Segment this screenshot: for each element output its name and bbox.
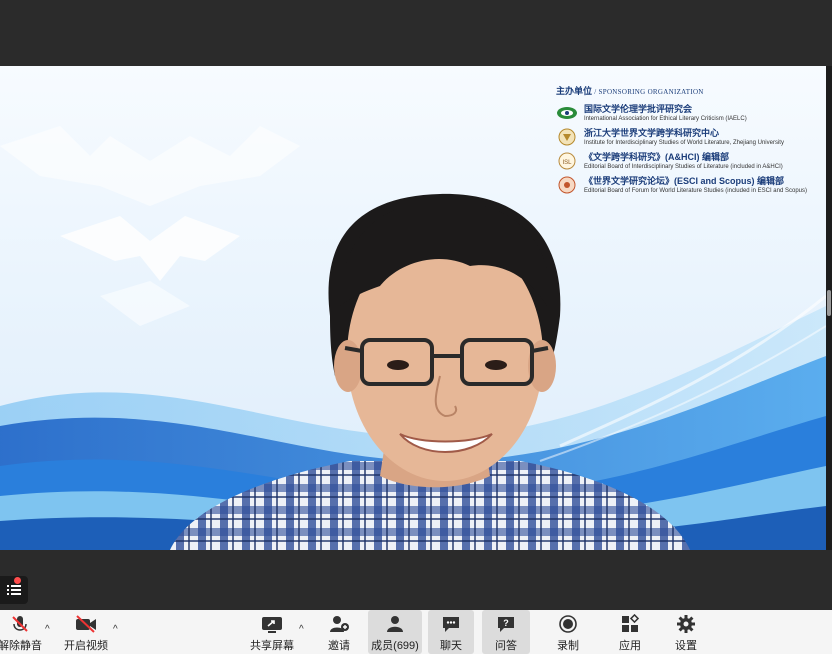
sponsor-heading-en: / SPONSORING ORGANIZATION <box>594 88 704 96</box>
settings-button[interactable]: 设置 <box>670 610 702 654</box>
share-screen-icon <box>262 617 282 633</box>
sponsor-org-1: 国际文学伦理学批评研究会 International Association fo… <box>556 101 826 125</box>
org-1-en: International Association for Ethical Li… <box>584 115 747 122</box>
invite-button[interactable]: 邀请 <box>322 610 356 654</box>
qa-label: 问答 <box>495 640 517 652</box>
fwls-journal-logo-icon <box>558 176 576 194</box>
iaelc-logo-icon <box>557 107 577 119</box>
apps-label: 应用 <box>619 640 641 652</box>
apps-button[interactable]: 应用 <box>614 610 646 654</box>
org-4-cn: 《世界文学研究论坛》(ESCI and Scopus) 编辑部 <box>584 175 785 186</box>
chat-label: 聊天 <box>440 640 462 652</box>
chat-icon <box>443 617 459 632</box>
video-off-icon <box>76 615 96 633</box>
record-icon <box>559 615 577 633</box>
sponsor-org-3: ISL 《文学跨学科研究》(A&HCI) 编辑部 Editorial Board … <box>556 149 826 173</box>
unmute-options-chevron-icon[interactable]: ^ <box>45 624 50 635</box>
org-3-cn: 《文学跨学科研究》(A&HCI) 编辑部 <box>584 151 729 162</box>
question-icon: ? <box>498 617 514 632</box>
start-video-label: 开启视频 <box>64 640 108 652</box>
record-button[interactable]: 录制 <box>552 610 584 654</box>
settings-label: 设置 <box>675 640 697 652</box>
org-3-en: Editorial Board of Interdisciplinary Stu… <box>584 163 783 170</box>
members-icon <box>387 616 403 632</box>
unmute-label: 解除静音 <box>0 640 42 652</box>
sponsor-heading-cn: 主办单位 <box>556 86 593 96</box>
share-screen-button[interactable]: 共享屏幕 <box>248 610 296 654</box>
sponsoring-organization-panel: 主办单位 / SPONSORING ORGANIZATION 国际文学伦理学批评… <box>556 84 826 197</box>
notification-dot <box>14 577 21 584</box>
invite-label: 邀请 <box>328 640 350 652</box>
chat-button[interactable]: 聊天 <box>428 610 474 654</box>
apps-icon <box>622 614 640 632</box>
muted-mic-icon <box>12 616 28 632</box>
org-2-en: Institute for Interdisciplinary Studies … <box>584 139 784 146</box>
sponsor-org-4: 《世界文学研究论坛》(ESCI and Scopus) 编辑部 Editorial… <box>556 173 826 197</box>
zju-logo-icon <box>558 128 576 146</box>
sponsor-heading: 主办单位 / SPONSORING ORGANIZATION <box>556 84 826 97</box>
share-options-chevron-icon[interactable]: ^ <box>299 624 304 635</box>
right-scroll-thumb[interactable] <box>827 290 831 316</box>
invite-icon <box>330 616 349 632</box>
members-label: 成员(699) <box>371 640 419 652</box>
start-video-button[interactable]: 开启视频 <box>60 610 112 654</box>
lower-dark-area <box>0 550 832 610</box>
video-options-chevron-icon[interactable]: ^ <box>113 624 118 635</box>
org-1-cn: 国际文学伦理学批评研究会 <box>584 103 693 114</box>
gear-icon <box>677 615 695 633</box>
top-dark-area <box>0 0 832 66</box>
isl-journal-logo-icon: ISL <box>558 152 576 170</box>
share-screen-label: 共享屏幕 <box>250 640 294 652</box>
record-label: 录制 <box>557 640 579 652</box>
sponsor-org-2: 浙江大学世界文学跨学科研究中心 Institute for Interdiscip… <box>556 125 826 149</box>
org-4-en: Editorial Board of Forum for World Liter… <box>584 187 807 194</box>
org-2-cn: 浙江大学世界文学跨学科研究中心 <box>584 127 720 138</box>
meeting-toolbar: 解除静音 开启视频 共享屏幕 邀请 成员(699) 聊天 ? 问答 录制 应用 … <box>0 610 832 654</box>
svg-text:?: ? <box>503 618 509 628</box>
video-feed[interactable]: 主办单位 / SPONSORING ORGANIZATION 国际文学伦理学批评… <box>0 66 826 550</box>
members-button[interactable]: 成员(699) <box>368 610 422 654</box>
qa-button[interactable]: ? 问答 <box>482 610 530 654</box>
svg-text:ISL: ISL <box>562 160 572 166</box>
unmute-button[interactable]: 解除静音 <box>0 610 42 654</box>
